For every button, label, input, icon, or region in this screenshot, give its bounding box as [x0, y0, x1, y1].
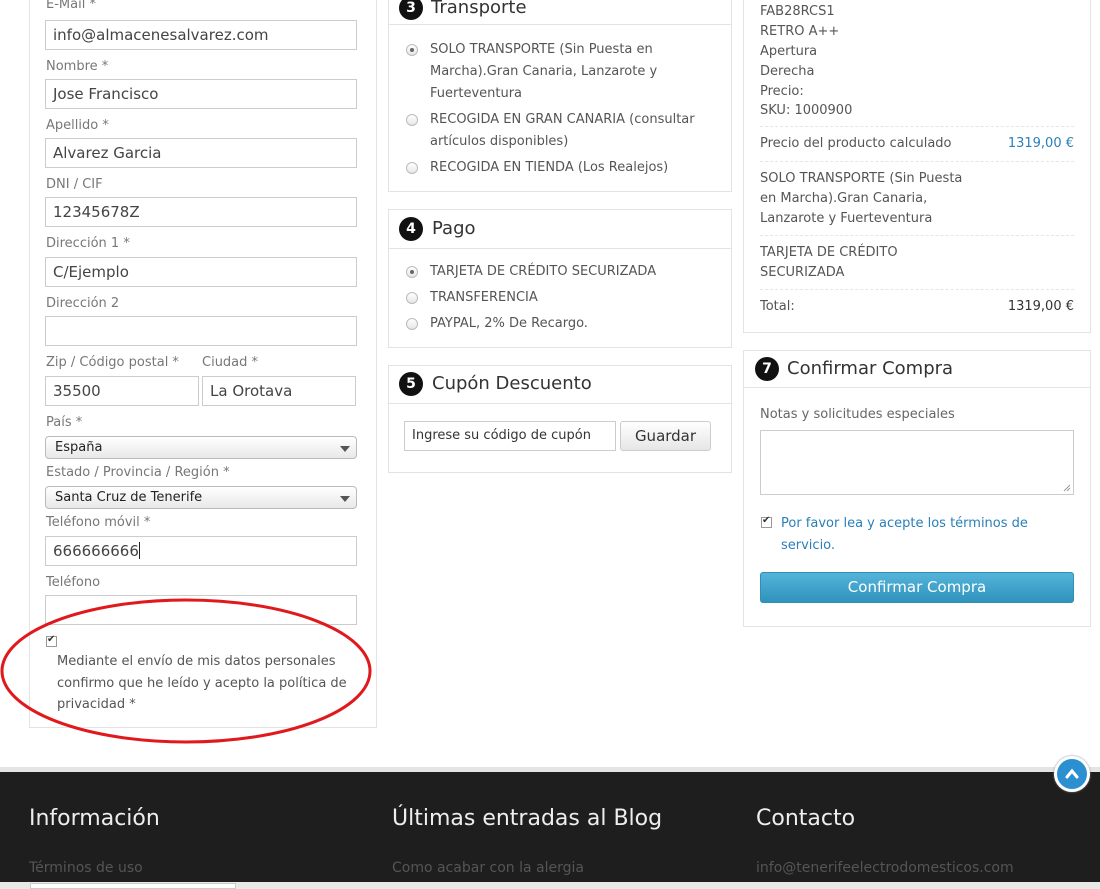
step-7-badge: 7 [755, 357, 779, 381]
chevron-up-icon [1065, 768, 1079, 779]
horizontal-scrollbar[interactable] [30, 883, 236, 889]
estado-label: Estado / Provincia / Región * [46, 465, 230, 480]
footer-blog-link[interactable]: Como acabar con la alergia [392, 860, 584, 876]
direccion2-field[interactable] [45, 316, 357, 346]
browser-bottom-bar [0, 882, 1100, 889]
ciudad-field[interactable]: La Orotava [202, 376, 356, 406]
confirm-title: Confirmar Compra [787, 358, 954, 379]
pais-selected-value: España [55, 440, 103, 455]
direccion2-label: Dirección 2 [46, 296, 120, 311]
zip-field[interactable]: 35500 [45, 376, 199, 406]
divider [760, 126, 1074, 127]
telefono-label: Teléfono [46, 575, 101, 590]
transporte-title: Transporte [431, 0, 527, 18]
chevron-down-icon [340, 496, 350, 502]
confirm-purchase-button[interactable]: Confirmar Compra [760, 572, 1074, 603]
option-pago-paypal[interactable]: PAYPAL, 2% De Recargo. [430, 313, 588, 335]
option-transport-tienda[interactable]: RECOGIDA EN TIENDA (Los Realejos) [430, 157, 720, 179]
chevron-down-icon [340, 446, 350, 452]
cupon-title: Cupón Descuento [432, 373, 592, 394]
footer-info-title: Información [29, 806, 160, 831]
radio-pago-paypal[interactable] [406, 318, 418, 330]
red-highlight-ellipse [0, 598, 372, 744]
coupon-save-button[interactable]: Guardar [620, 421, 711, 451]
calc-price-value: 1319,00 € [1007, 136, 1074, 151]
divider [760, 289, 1074, 290]
footer-blog-title: Últimas entradas al Blog [392, 806, 663, 831]
footer-terms-link[interactable]: Términos de uso [29, 860, 143, 876]
summary-transport: SOLO TRANSPORTE (Sin Puesta en Marcha).G… [760, 171, 963, 226]
email-label: E-Mail * [46, 0, 96, 12]
radio-transport-solo[interactable] [406, 44, 418, 56]
zip-label: Zip / Código postal * [46, 355, 179, 370]
apellido-label: Apellido * [46, 118, 109, 133]
radio-pago-transferencia[interactable] [406, 292, 418, 304]
option-transport-solo[interactable]: SOLO TRANSPORTE (Sin Puesta en Marcha).G… [430, 39, 720, 105]
direccion1-field[interactable]: C/Ejemplo [45, 257, 357, 287]
terms-checkbox[interactable] [761, 515, 772, 528]
nombre-label: Nombre * [46, 59, 109, 74]
product-line-2: RETRO A++ [760, 24, 840, 39]
estado-selected-value: Santa Cruz de Tenerife [55, 490, 203, 505]
option-transport-gran-canaria[interactable]: RECOGIDA EN GRAN CANARIA (consultar artí… [430, 109, 720, 153]
radio-pago-tarjeta[interactable] [406, 266, 418, 278]
divider [760, 161, 1074, 162]
dni-label: DNI / CIF [46, 177, 103, 192]
email-field[interactable]: info@almacenesalvarez.com [45, 20, 357, 50]
movil-field[interactable]: 666666666 [45, 536, 357, 566]
option-pago-tarjeta[interactable]: TARJETA DE CRÉDITO SECURIZADA [430, 261, 656, 283]
coupon-input[interactable]: Ingrese su código de cupón [404, 421, 616, 451]
product-line-5: Precio: [760, 84, 804, 99]
step-4-badge: 4 [399, 217, 423, 241]
ciudad-label: Ciudad * [202, 355, 259, 370]
total-value: 1319,00 € [1007, 299, 1074, 314]
notes-textarea[interactable] [760, 430, 1074, 495]
product-line-4: Derecha [760, 64, 815, 79]
nombre-field[interactable]: Jose Francisco [45, 79, 357, 109]
footer-contact-title: Contacto [756, 806, 856, 831]
radio-transport-tienda[interactable] [406, 162, 418, 174]
product-sku: SKU: 1000900 [760, 103, 853, 118]
product-line-3: Apertura [760, 44, 818, 59]
resize-handle-icon [1063, 484, 1071, 492]
apellido-field[interactable]: Alvarez Garcia [45, 138, 357, 168]
text-cursor [138, 542, 140, 559]
dni-field[interactable]: 12345678Z [45, 197, 357, 227]
option-pago-transferencia[interactable]: TRANSFERENCIA [430, 287, 538, 309]
pais-select[interactable]: España [45, 436, 357, 459]
movil-label: Teléfono móvil * [46, 515, 151, 530]
terms-link[interactable]: Por favor lea y acepte los términos de s… [781, 513, 1071, 557]
back-to-top-button[interactable] [1054, 756, 1090, 792]
calc-price-label: Precio del producto calculado [760, 136, 952, 151]
estado-select[interactable]: Santa Cruz de Tenerife [45, 486, 357, 509]
footer-contact-email[interactable]: info@tenerifeelectrodomesticos.com [756, 860, 1014, 876]
pago-title: Pago [432, 218, 476, 239]
notes-label: Notas y solicitudes especiales [760, 407, 955, 422]
total-label: Total: [760, 299, 795, 314]
radio-transport-gran-canaria[interactable] [406, 114, 418, 126]
direccion1-label: Dirección 1 * [46, 236, 130, 251]
summary-payment: TARJETA DE CRÉDITO SECURIZADA [760, 245, 898, 280]
divider [760, 235, 1074, 236]
pais-label: País * [46, 415, 83, 430]
movil-value: 666666666 [53, 542, 139, 560]
step-5-badge: 5 [399, 372, 423, 396]
product-line-1: FAB28RCS1 [760, 4, 835, 19]
